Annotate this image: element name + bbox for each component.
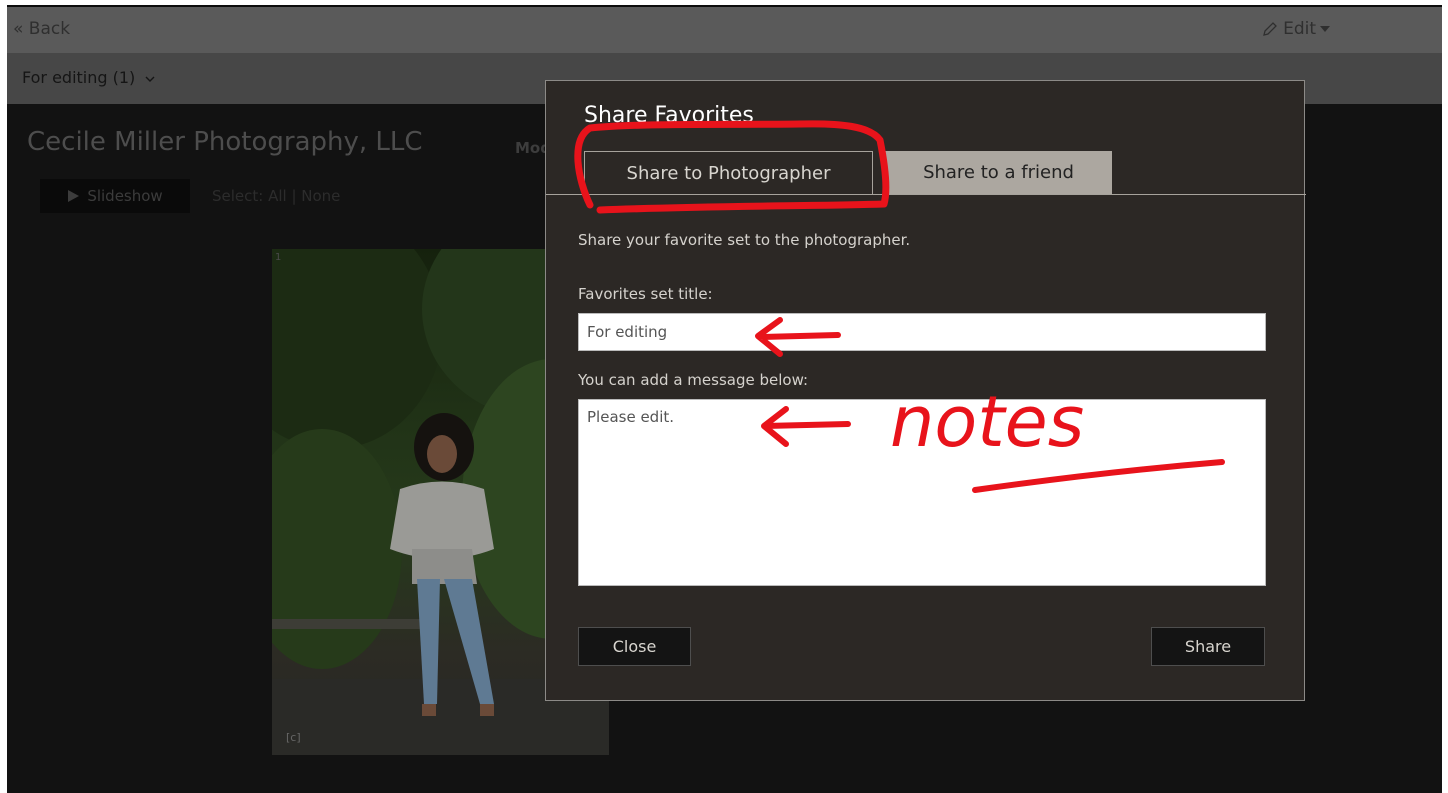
share-favorites-dialog: Share Favorites Share to Photographer Sh… <box>545 80 1306 701</box>
share-button[interactable]: Share <box>1151 627 1265 666</box>
edit-menu[interactable]: Edit <box>1261 19 1330 39</box>
svg-text:[c]: [c] <box>286 731 301 744</box>
set-title-input[interactable] <box>578 313 1266 351</box>
set-title-label: Favorites set title: <box>578 285 713 303</box>
caret-down-icon <box>1320 26 1330 32</box>
dialog-title: Share Favorites <box>584 103 754 128</box>
photo-number: 1 <box>275 252 282 263</box>
dialog-description: Share your favorite set to the photograp… <box>578 231 911 249</box>
selection-label: For editing (1) <box>22 68 136 87</box>
select-all-none[interactable]: Select: All | None <box>212 187 340 205</box>
close-button[interactable]: Close <box>578 627 691 666</box>
gallery-title: Cecile Miller Photography, LLC <box>27 127 423 157</box>
top-bar: « Back Edit <box>7 7 1442 53</box>
slideshow-label: Slideshow <box>87 187 163 205</box>
selection-dropdown[interactable]: For editing (1) <box>22 68 156 87</box>
tab-share-to-photographer[interactable]: Share to Photographer <box>584 151 873 195</box>
message-label: You can add a message below: <box>578 371 809 389</box>
edit-label: Edit <box>1283 19 1316 39</box>
play-icon <box>68 190 80 202</box>
pencil-icon <box>1263 22 1277 36</box>
tab-divider <box>546 194 1306 195</box>
message-textarea[interactable]: Please edit. <box>578 399 1266 586</box>
chevron-down-icon <box>145 76 155 82</box>
back-link[interactable]: « Back <box>13 19 70 39</box>
slideshow-button[interactable]: Slideshow <box>40 179 190 213</box>
tab-share-to-friend[interactable]: Share to a friend <box>885 151 1112 194</box>
